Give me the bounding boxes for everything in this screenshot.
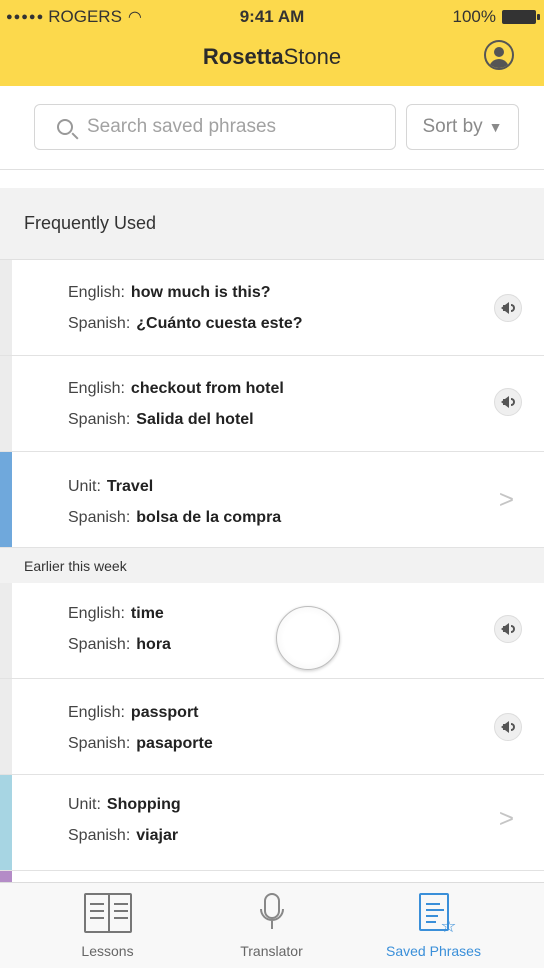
- tab-label: Lessons: [81, 943, 134, 959]
- app-header: ●●●●● ROGERS ◠ 9:41 AM 100% RosettaStone: [0, 0, 544, 86]
- row-key: Spanish:: [68, 411, 131, 428]
- tab-lessons[interactable]: Lessons: [17, 883, 198, 968]
- tab-translator[interactable]: Translator: [181, 883, 362, 968]
- search-icon: [57, 119, 73, 135]
- row-accent: [0, 260, 12, 355]
- row-accent: [0, 775, 12, 870]
- row-key: English:: [68, 704, 125, 721]
- row-value: viajar: [136, 827, 179, 844]
- row-value: checkout from hotel: [130, 380, 284, 397]
- book-icon: [83, 893, 132, 933]
- speaker-icon[interactable]: [494, 615, 522, 643]
- battery: 100%: [452, 7, 540, 27]
- microphone-icon: [259, 893, 284, 929]
- row-value: Travel: [106, 478, 154, 495]
- section-header: Earlier this week: [0, 548, 544, 583]
- caret-down-icon: ▼: [488, 119, 503, 135]
- speaker-icon[interactable]: [494, 713, 522, 741]
- tab-saved-phrases[interactable]: ☆ Saved Phrases: [343, 883, 524, 968]
- row-value: Shopping: [106, 796, 181, 813]
- row-key: English:: [68, 605, 125, 622]
- row-key: Spanish:: [68, 509, 131, 526]
- row-key: Spanish:: [68, 315, 131, 332]
- row-key: Spanish:: [68, 827, 131, 844]
- brand-bold: Rosetta: [202, 44, 284, 69]
- row-key: English:: [68, 284, 125, 301]
- row-value: passport: [130, 704, 199, 721]
- brand-light: Stone: [283, 44, 342, 69]
- row-key: Unit:: [68, 796, 101, 813]
- tab-bar: Lessons Translator ☆ Saved Phrases: [0, 882, 544, 968]
- sort-button[interactable]: Sort by ▼: [406, 104, 519, 150]
- phrase-list: Frequently Used English: how much is this…: [0, 188, 544, 885]
- tab-label: Saved Phrases: [386, 943, 481, 959]
- row-value: bolsa de la compra: [136, 509, 282, 526]
- chevron-right-icon[interactable]: >: [499, 803, 514, 834]
- row-value: hora: [136, 636, 171, 653]
- row-key: Spanish:: [68, 636, 131, 653]
- row-key: English:: [68, 380, 125, 397]
- touch-indicator: [276, 606, 340, 670]
- row-value: time: [130, 605, 164, 622]
- row-key: Spanish:: [68, 735, 131, 752]
- saved-phrases-icon: ☆: [418, 893, 457, 936]
- phrase-row[interactable]: English: how much is this? Spanish: ¿Cuánt…: [0, 260, 544, 356]
- section-header: Frequently Used: [0, 188, 544, 260]
- speaker-icon[interactable]: [494, 388, 522, 416]
- search-input[interactable]: [87, 116, 377, 138]
- row-key: Unit:: [68, 478, 101, 495]
- row-accent: [0, 679, 12, 774]
- battery-percent: 100%: [452, 7, 496, 26]
- unit-row[interactable]: Unit: Travel Spanish: bolsa de la compra >: [0, 452, 544, 548]
- search-area: Sort by ▼: [0, 86, 544, 170]
- tab-label: Translator: [240, 943, 303, 959]
- row-value: pasaporte: [136, 735, 213, 752]
- chevron-right-icon[interactable]: >: [499, 484, 514, 515]
- status-bar: ●●●●● ROGERS ◠ 9:41 AM 100%: [0, 0, 544, 34]
- row-accent: [0, 356, 12, 451]
- speaker-icon[interactable]: [494, 294, 522, 322]
- row-value: ¿Cuánto cuesta este?: [136, 315, 303, 332]
- search-box[interactable]: [34, 104, 396, 150]
- phrase-row[interactable]: English: time Spanish: hora: [0, 583, 544, 679]
- brand-logo: RosettaStone: [0, 44, 544, 70]
- sort-label: Sort by: [422, 116, 483, 137]
- row-value: how much is this?: [130, 284, 271, 301]
- row-accent: [0, 583, 12, 678]
- phrase-row[interactable]: English: passport Spanish: pasaporte: [0, 679, 544, 775]
- row-value: Salida del hotel: [136, 411, 254, 428]
- row-accent: [0, 452, 12, 547]
- phrase-row[interactable]: English: checkout from hotel Spanish: Sali…: [0, 356, 544, 452]
- unit-row[interactable]: Unit: Shopping Spanish: viajar >: [0, 775, 544, 871]
- battery-icon: [502, 10, 540, 24]
- profile-icon[interactable]: [484, 40, 514, 70]
